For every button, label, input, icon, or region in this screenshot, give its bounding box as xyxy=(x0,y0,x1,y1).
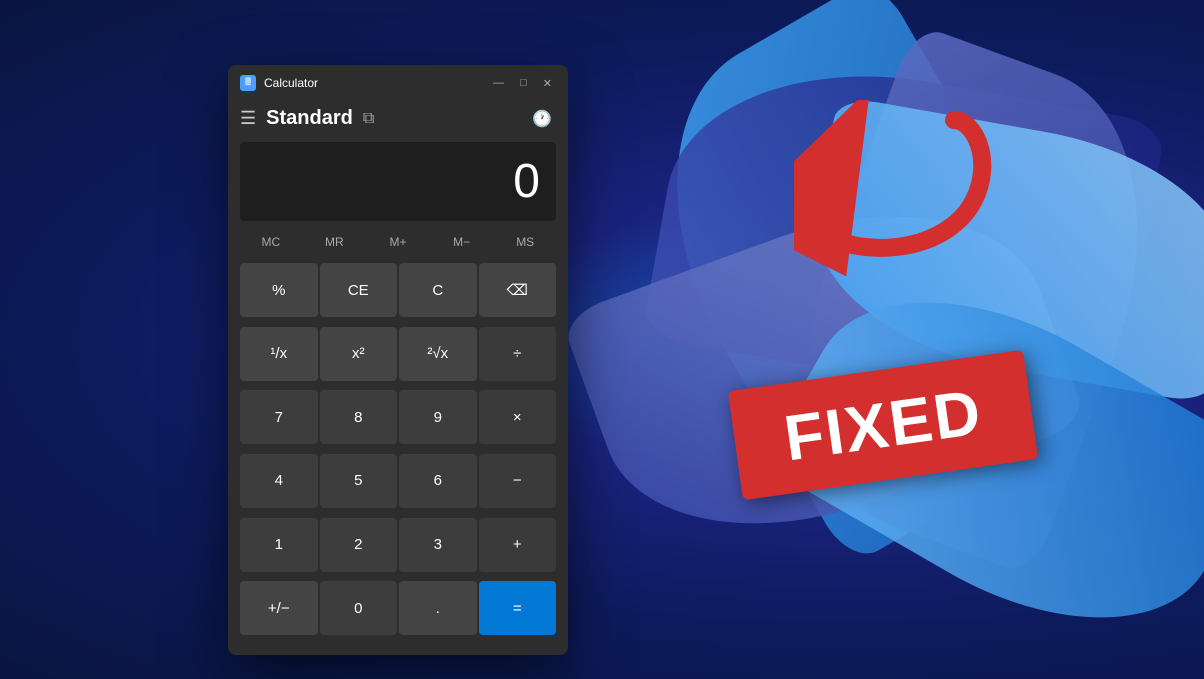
mc-button[interactable]: MC xyxy=(240,229,302,255)
subtract-button[interactable]: − xyxy=(479,454,557,508)
mode-title: Standard xyxy=(266,107,353,130)
four-button[interactable]: 4 xyxy=(240,454,318,508)
five-button[interactable]: 5 xyxy=(320,454,398,508)
calculator-window: 🖩 Calculator — □ ✕ ☰ Standard ⧉ 🕐 0 MC M… xyxy=(228,65,568,655)
divide-button[interactable]: ÷ xyxy=(479,327,557,381)
equals-button[interactable]: = xyxy=(479,581,557,635)
zero-button[interactable]: 0 xyxy=(320,581,398,635)
add-button[interactable]: + xyxy=(479,518,557,572)
two-button[interactable]: 2 xyxy=(320,518,398,572)
c-button[interactable]: C xyxy=(399,263,477,317)
maximize-button[interactable]: □ xyxy=(516,75,531,92)
title-bar: 🖩 Calculator — □ ✕ xyxy=(228,65,568,101)
display-value: 0 xyxy=(513,154,540,209)
flower-decoration xyxy=(504,0,1204,679)
percent-button[interactable]: % xyxy=(240,263,318,317)
one-button[interactable]: 1 xyxy=(240,518,318,572)
ce-button[interactable]: CE xyxy=(320,263,398,317)
app-icon: 🖩 xyxy=(240,75,256,91)
sqrt-button[interactable]: ²√x xyxy=(399,327,477,381)
close-button[interactable]: ✕ xyxy=(539,75,556,92)
nine-button[interactable]: 9 xyxy=(399,390,477,444)
mminus-button[interactable]: M− xyxy=(431,229,493,255)
window-title: Calculator xyxy=(264,76,318,90)
title-bar-left: 🖩 Calculator xyxy=(240,75,318,91)
ms-button[interactable]: MS xyxy=(494,229,556,255)
six-button[interactable]: 6 xyxy=(399,454,477,508)
header-left: ☰ Standard ⧉ xyxy=(240,107,374,130)
menu-icon[interactable]: ☰ xyxy=(240,108,256,129)
wallpaper-background xyxy=(0,0,1204,679)
three-button[interactable]: 3 xyxy=(399,518,477,572)
multiply-button[interactable]: × xyxy=(479,390,557,444)
eight-button[interactable]: 8 xyxy=(320,390,398,444)
squared-button[interactable]: x² xyxy=(320,327,398,381)
snap-icon[interactable]: ⧉ xyxy=(363,110,374,128)
reciprocal-button[interactable]: ¹/x xyxy=(240,327,318,381)
minimize-button[interactable]: — xyxy=(489,75,508,92)
mplus-button[interactable]: M+ xyxy=(367,229,429,255)
backspace-button[interactable]: ⌫ xyxy=(479,263,557,317)
display-area: 0 xyxy=(240,142,556,221)
memory-row: MC MR M+ M− MS xyxy=(228,229,568,259)
decimal-button[interactable]: . xyxy=(399,581,477,635)
seven-button[interactable]: 7 xyxy=(240,390,318,444)
negate-button[interactable]: +/− xyxy=(240,581,318,635)
history-icon[interactable]: 🕐 xyxy=(532,109,552,129)
window-controls: — □ ✕ xyxy=(489,75,556,92)
mr-button[interactable]: MR xyxy=(304,229,366,255)
calculator-header: ☰ Standard ⧉ 🕐 xyxy=(228,101,568,134)
calc-buttons: % CE C ⌫ ¹/x x² ²√x ÷ 7 8 9 × 4 5 6 − 1 … xyxy=(228,259,568,655)
